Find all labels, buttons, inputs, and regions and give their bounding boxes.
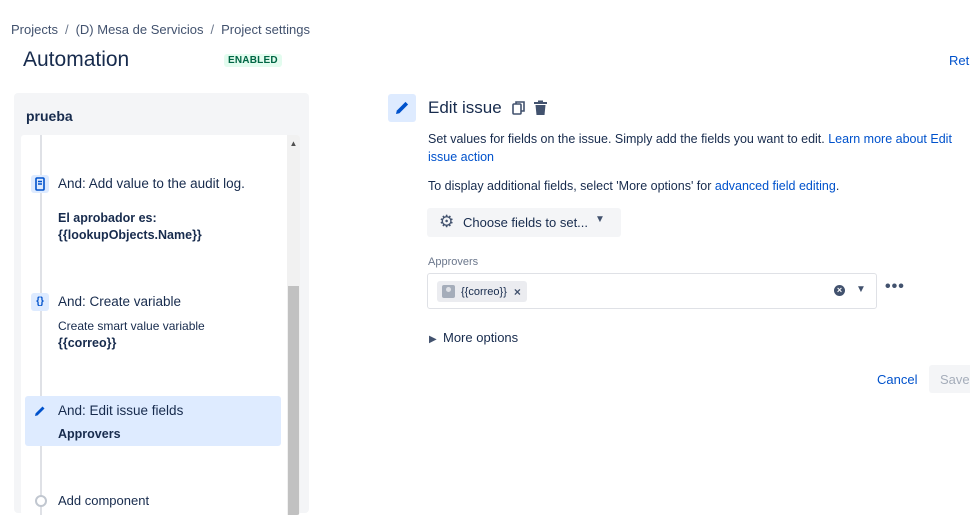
editor-description: Set values for fields on the issue. Simp… <box>428 130 968 166</box>
breadcrumb-separator: / <box>210 22 215 37</box>
advanced-field-editing-link[interactable]: advanced field editing <box>715 179 836 193</box>
breadcrumb: Projects / (D) Mesa de Servicios / Project s… <box>11 22 310 37</box>
step-description: Create smart value variable <box>58 319 205 333</box>
audit-log-icon <box>31 175 49 193</box>
breadcrumb-project-settings[interactable]: Project settings <box>221 22 310 37</box>
editor-description-text: Set values for fields on the issue. Simp… <box>428 132 829 146</box>
chevron-right-icon: ▶ <box>429 334 437 345</box>
gear-icon: ⚙ <box>439 212 455 231</box>
scrollbar[interactable]: ▲ <box>287 135 300 515</box>
variable-icon: {} <box>31 293 49 311</box>
more-actions-icon[interactable]: ••• <box>885 278 905 296</box>
breadcrumb-separator: / <box>64 22 69 37</box>
step-title: And: Add value to the audit log. <box>58 176 245 191</box>
add-component-circle[interactable] <box>35 495 47 507</box>
cancel-button[interactable]: Cancel <box>870 365 924 393</box>
approvers-label: Approvers <box>428 256 479 268</box>
approver-chip-label: {{correo}} <box>461 285 507 298</box>
step-title: And: Create variable <box>58 294 182 309</box>
choose-fields-button[interactable]: ⚙ Choose fields to set... ▼ <box>427 208 621 237</box>
scroll-up-arrow-icon[interactable]: ▲ <box>287 139 300 148</box>
clear-icon[interactable]: × <box>834 285 845 296</box>
rule-panel: prueba And: Add value to the audit log. … <box>14 93 309 515</box>
advanced-fields-description: To display additional fields, select 'Mo… <box>428 177 968 195</box>
copy-icon[interactable] <box>512 100 526 116</box>
rule-step-audit-log[interactable]: And: Add value to the audit log. El apro… <box>25 175 281 255</box>
rule-step-create-variable[interactable]: {} And: Create variable Create smart val… <box>25 293 281 353</box>
page-title: Automation <box>23 48 130 71</box>
approver-chip[interactable]: {{correo}} × <box>437 281 527 302</box>
advanced-fields-text: To display additional fields, select 'Mo… <box>428 179 715 193</box>
remove-chip-icon[interactable]: × <box>514 285 521 299</box>
approvers-field[interactable]: {{correo}} × × ▼ <box>427 273 877 309</box>
breadcrumb-projects[interactable]: Projects <box>11 22 58 37</box>
step-title: And: Edit issue fields <box>58 403 184 418</box>
breadcrumb-project[interactable]: (D) Mesa de Servicios <box>76 22 204 37</box>
chevron-down-icon[interactable]: ▼ <box>856 284 866 295</box>
more-options-label: More options <box>443 330 519 345</box>
more-options-toggle[interactable]: ▶ More options <box>429 330 518 345</box>
rule-flow: And: Add value to the audit log. El apro… <box>21 135 300 515</box>
step-detail: Approvers <box>58 427 121 441</box>
chevron-down-icon: ▼ <box>595 214 605 225</box>
pencil-icon <box>31 402 49 420</box>
scrollbar-thumb[interactable] <box>288 286 299 515</box>
step-detail: {{correo}} <box>58 336 117 350</box>
save-button[interactable]: Save <box>929 365 970 393</box>
trash-icon[interactable] <box>533 100 548 116</box>
status-badge: ENABLED <box>224 54 282 67</box>
choose-fields-label: Choose fields to set... <box>463 215 589 230</box>
pencil-icon <box>388 94 416 122</box>
add-component-link[interactable]: Add component <box>58 493 149 508</box>
return-link[interactable]: Retu <box>949 53 970 68</box>
rule-name: prueba <box>26 108 73 124</box>
step-detail: El aprobador es: {{lookupObjects.Name}} <box>58 211 202 242</box>
editor-title: Edit issue <box>428 98 502 117</box>
rule-step-edit-issue-fields[interactable]: And: Edit issue fields Approvers <box>25 396 281 446</box>
avatar <box>442 285 455 298</box>
advanced-fields-period: . <box>835 179 840 193</box>
